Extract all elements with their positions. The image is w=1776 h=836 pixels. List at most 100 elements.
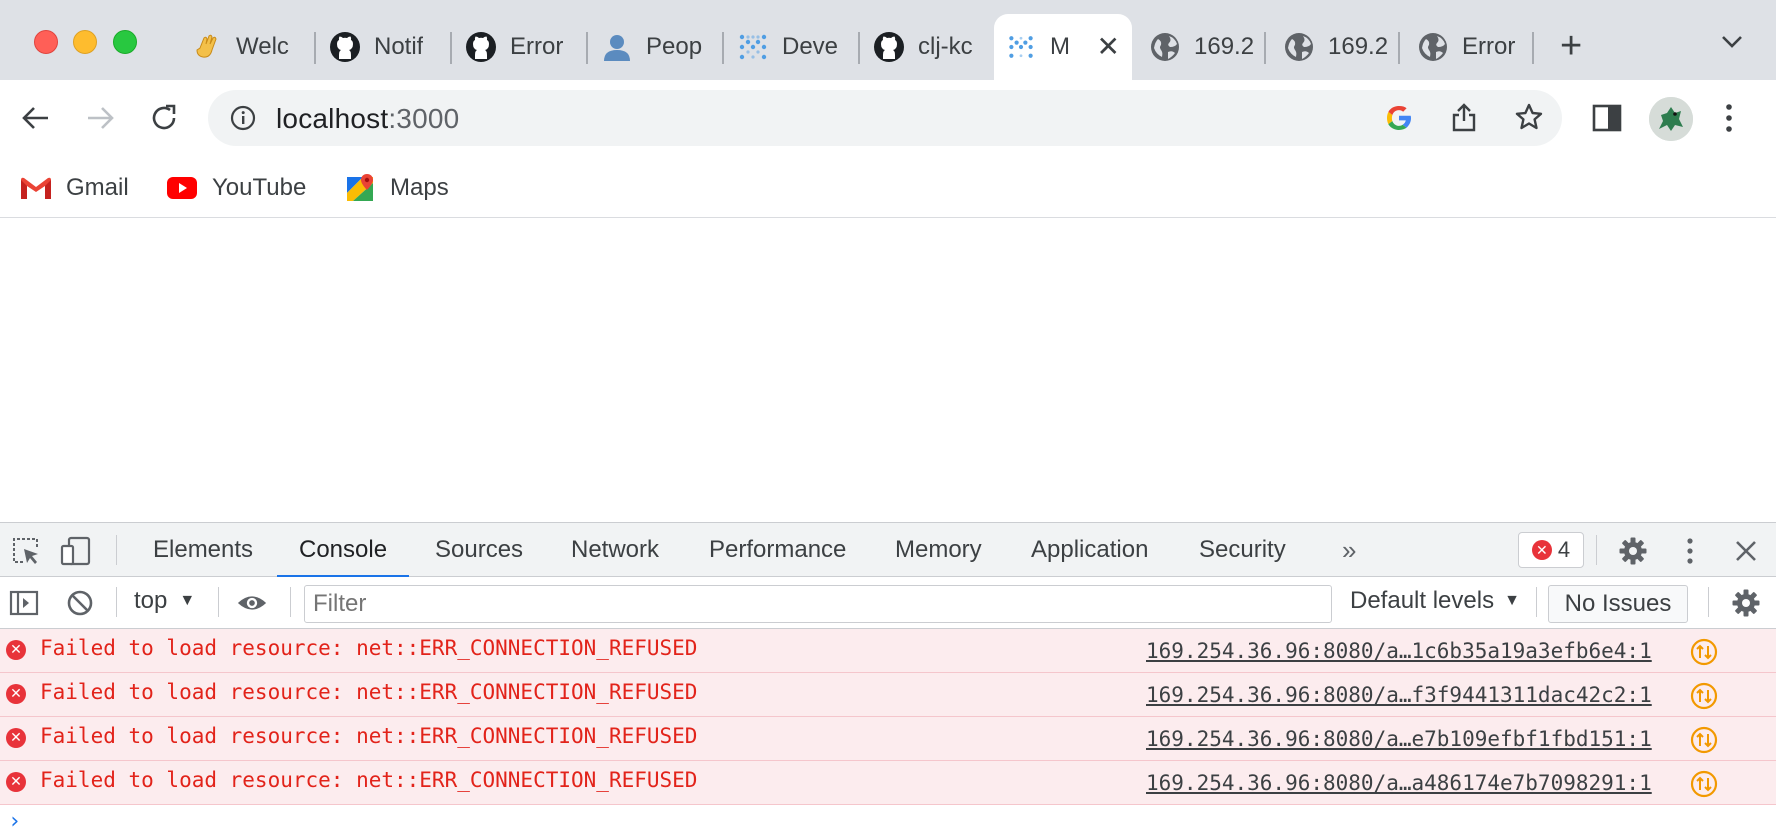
close-window-button[interactable] [34,30,58,54]
devtools-tab-console[interactable]: Console [276,523,410,578]
reload-button[interactable] [146,100,182,136]
devtools-tab-elements[interactable]: Elements [153,523,253,577]
console-prompt[interactable]: › [8,809,21,834]
inspect-element-icon[interactable] [10,535,42,567]
tab-error-github[interactable]: Error [454,14,584,80]
bookmark-youtube[interactable]: YouTube [166,168,306,208]
issues-button[interactable]: No Issues [1548,585,1688,623]
tab-strip: Welc Notif Error Peop Deve clj-kc M ✕ 16… [0,0,1776,80]
devtools-tab-security[interactable]: Security [1199,523,1286,577]
tab-ip-1[interactable]: 169.2 [1138,14,1264,80]
log-levels-value: Default levels [1350,587,1495,614]
console-message-text: Failed to load resource: net::ERR_CONNEC… [40,636,698,660]
tab-separator [1264,32,1266,64]
address-bar[interactable]: localhost:3000 [208,90,1562,146]
tab-clj-kondo[interactable]: clj-kc [862,14,988,80]
google-icon[interactable] [1384,103,1414,138]
tab-label: 169.2 [1328,33,1389,60]
tab-developer[interactable]: Deve [726,14,856,80]
tab-label: Error [510,33,564,60]
devtools-tab-application[interactable]: Application [1031,523,1148,577]
error-icon: ✕ [6,728,26,748]
console-message-source-link[interactable]: 169.254.36.96:8080/a…a486174e7b7098291:1 [1146,771,1652,795]
metabase-icon [1004,30,1038,64]
gmail-icon [20,172,52,204]
tab-ip-2[interactable]: 169.2 [1272,14,1398,80]
tab-welcome[interactable]: Welc [180,14,306,80]
dropdown-arrow-icon: ▼ [179,592,196,609]
tab-metabase-active[interactable]: M ✕ [994,14,1132,80]
tab-separator [858,32,860,64]
waving-hand-icon [190,30,224,64]
minimize-window-button[interactable] [73,30,97,54]
network-request-icon[interactable] [1690,638,1718,671]
youtube-icon [166,172,198,204]
context-selector[interactable]: top ▼ [134,587,195,615]
console-message-source-link[interactable]: 169.254.36.96:8080/a…f3f9441311dac42c2:1 [1146,683,1652,707]
bookmark-star-icon[interactable] [1514,102,1544,137]
browser-window: Welc Notif Error Peop Deve clj-kc M ✕ 16… [0,0,1776,836]
devtools-tab-network[interactable]: Network [571,523,659,577]
url-port: :3000 [388,103,460,134]
show-sidebar-icon[interactable] [8,587,40,619]
tab-separator [586,32,588,64]
settings-gear-icon[interactable] [1617,535,1649,567]
close-devtools-icon[interactable] [1730,535,1762,567]
tab-people[interactable]: Peop [590,14,720,80]
devtools-menu-icon[interactable] [1674,535,1706,567]
tab-label: Error [1462,33,1516,60]
avatar[interactable] [1649,97,1693,141]
network-request-icon[interactable] [1690,682,1718,715]
network-request-icon[interactable] [1690,770,1718,803]
url-host: localhost [276,103,389,134]
bookmark-label: Maps [390,174,449,201]
bookmark-maps[interactable]: Maps [344,168,449,208]
github-icon [872,30,906,64]
github-icon [328,30,362,64]
network-request-icon[interactable] [1690,726,1718,759]
new-tab-button[interactable]: + [1560,26,1582,66]
devtools-tab-performance[interactable]: Performance [709,523,846,577]
context-value: top [134,587,168,614]
tab-search-chevron-icon[interactable] [1720,34,1744,55]
tab-label: Notif [374,33,424,60]
devtools-tab-memory[interactable]: Memory [895,523,982,577]
log-levels-dropdown[interactable]: Default levels ▼ [1350,587,1520,615]
back-button[interactable] [18,100,54,136]
console-filter-bar: top ▼ Default levels ▼ No Issues [0,577,1776,629]
tab-error-page[interactable]: Error [1406,14,1536,80]
tab-label: Peop [646,33,703,60]
url-text[interactable]: localhost:3000 [276,103,459,135]
live-expression-eye-icon[interactable] [236,587,268,619]
tab-label: 169.2 [1194,33,1255,60]
console-message-source-link[interactable]: 169.254.36.96:8080/a…e7b109efbf1fbd151:1 [1146,727,1652,751]
maximize-window-button[interactable] [113,30,137,54]
tab-notifications[interactable]: Notif [318,14,448,80]
bookmark-gmail[interactable]: Gmail [20,168,129,208]
clear-console-icon[interactable] [64,587,96,619]
error-count-badge[interactable]: ✕ 4 [1518,532,1584,568]
tab-separator [314,32,316,64]
error-icon: ✕ [6,640,26,660]
console-message-source-link[interactable]: 169.254.36.96:8080/a…1c6b35a19a3efb6e4:1 [1146,639,1652,663]
toolbar-divider [1536,587,1537,617]
globe-icon [1416,30,1450,64]
forward-button[interactable] [82,100,118,136]
console-filter-input[interactable] [304,585,1332,623]
share-icon[interactable] [1450,102,1478,137]
tab-separator [1532,32,1534,64]
browser-menu-icon[interactable] [1722,102,1736,139]
devtools-tab-sources[interactable]: Sources [435,523,523,577]
close-tab-icon[interactable]: ✕ [1097,32,1120,62]
more-tabs-icon[interactable]: » [1342,535,1356,566]
tab-label: Welc [236,33,289,60]
console-settings-gear-icon[interactable] [1730,587,1762,619]
error-count: 4 [1557,537,1571,562]
github-icon [464,30,498,64]
console-message-text: Failed to load resource: net::ERR_CONNEC… [40,768,698,792]
site-info-icon[interactable] [230,105,256,136]
device-toolbar-icon[interactable] [60,535,92,567]
console-message: ✕ Failed to load resource: net::ERR_CONN… [0,761,1776,805]
side-panel-icon[interactable] [1592,104,1622,137]
bookmark-label: Gmail [66,174,129,201]
